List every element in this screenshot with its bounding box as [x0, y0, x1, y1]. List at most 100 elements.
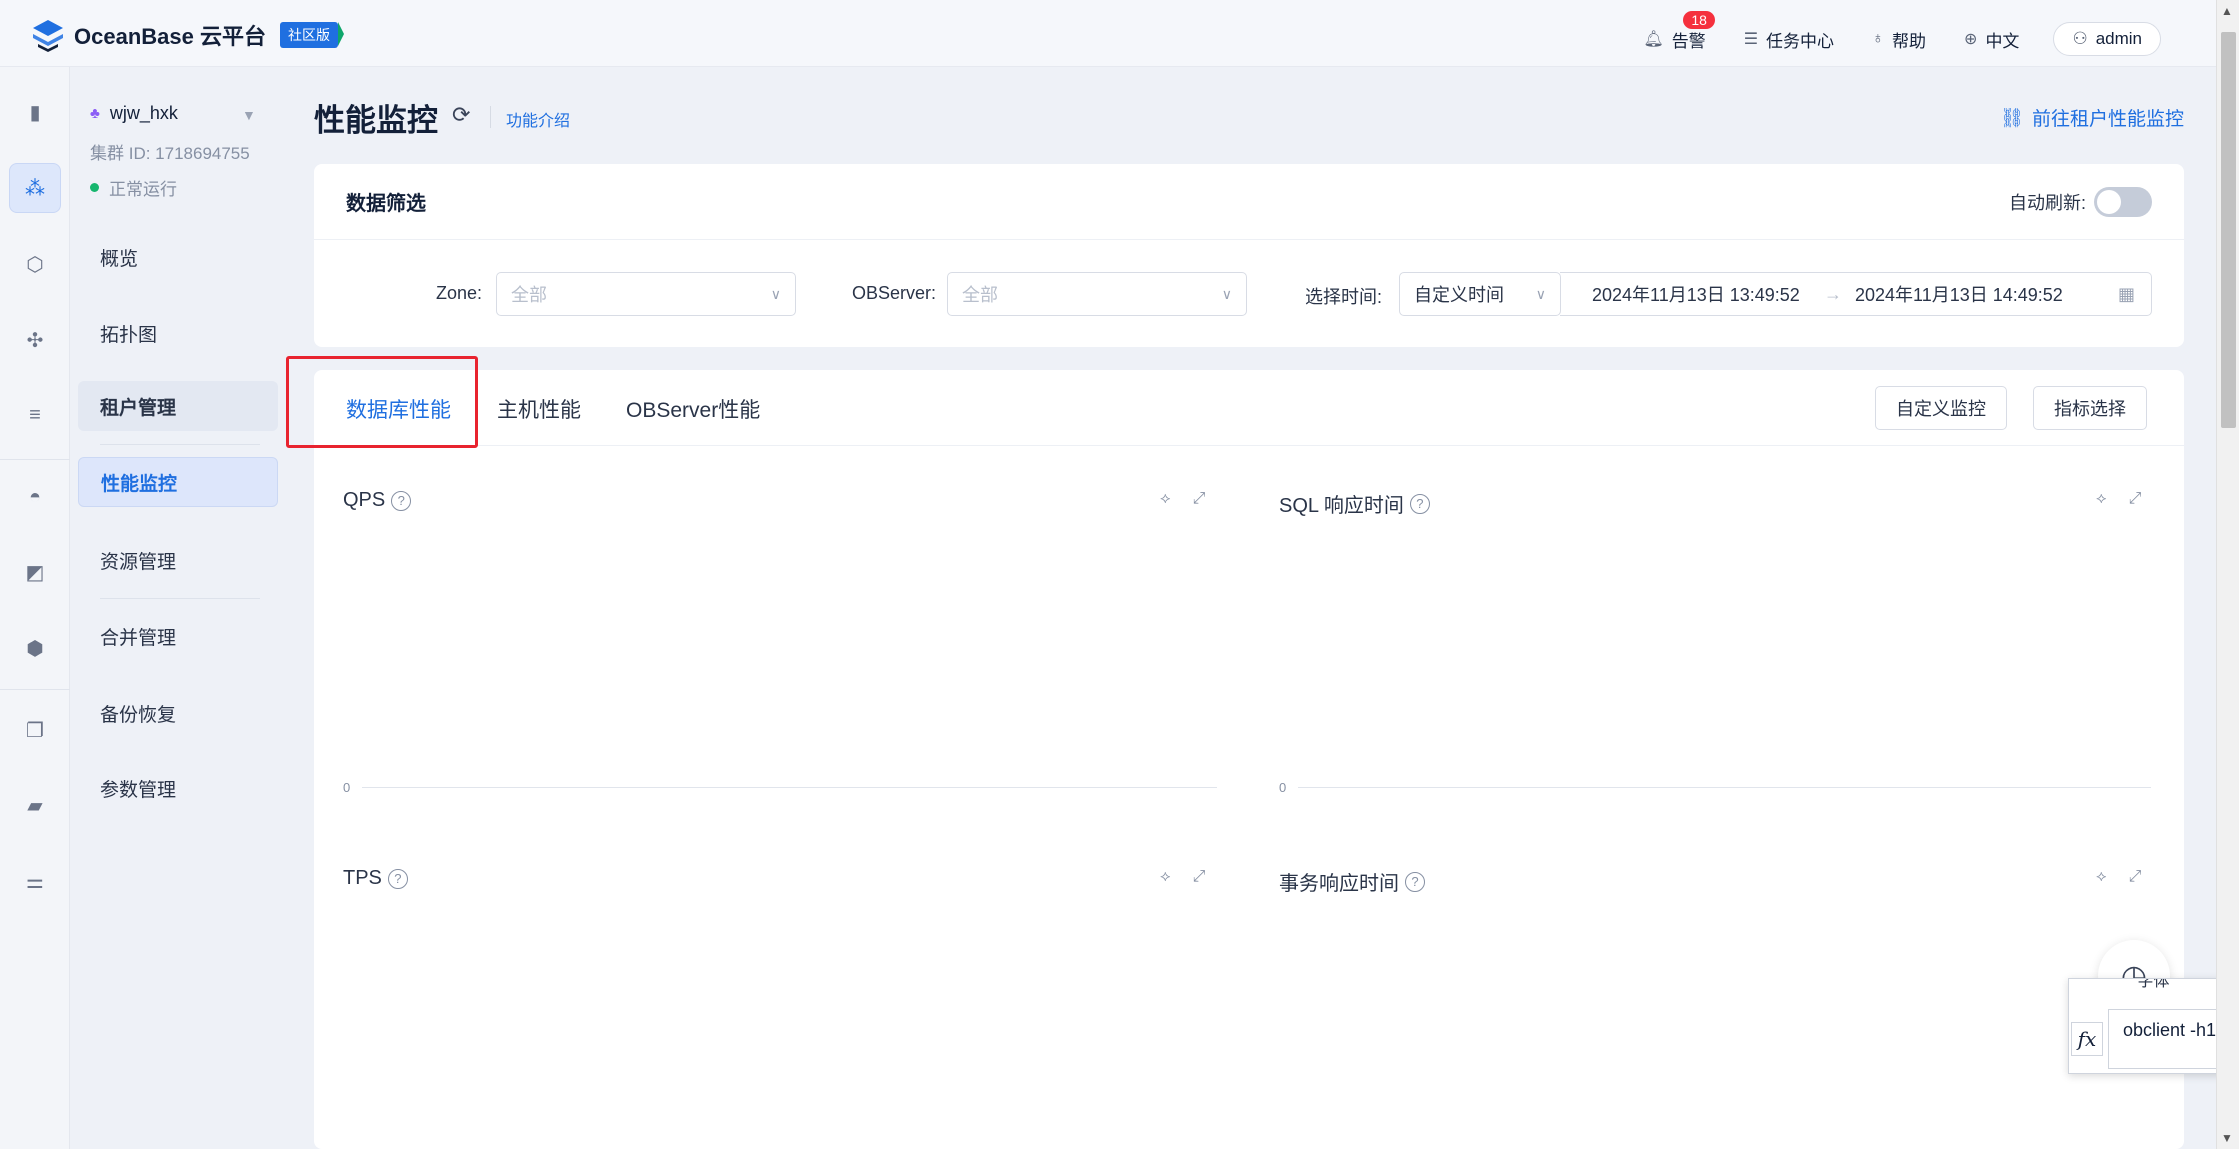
- expand-icon[interactable]: ⤢: [1193, 490, 1206, 508]
- task-center-label: 任务中心: [1766, 31, 1835, 51]
- oceanbase-logo-icon: [33, 20, 63, 52]
- scrollbar-thumb[interactable]: [2221, 32, 2236, 428]
- formula-bar-popup: 字体 fx obclient -h172: [2068, 978, 2239, 1074]
- tab-highlight-box: [286, 356, 478, 448]
- tenant-performance-link[interactable]: ⛓ 前往租户性能监控: [2000, 104, 2184, 131]
- question-icon[interactable]: ?: [387, 868, 408, 889]
- chart-title-label: TPS: [343, 867, 382, 889]
- nav-item-parameter-management[interactable]: 参数管理: [78, 763, 278, 813]
- vertical-scrollbar[interactable]: ▲ ▼: [2216, 0, 2239, 1149]
- compare-icon[interactable]: ⟡: [1160, 490, 1171, 508]
- nav-label: 拓扑图: [100, 324, 158, 346]
- scroll-up-icon[interactable]: ▲: [2221, 4, 2233, 18]
- zone-select[interactable]: 全部 ∨: [496, 272, 796, 316]
- list-icon[interactable]: ≡: [9, 390, 61, 440]
- nav-item-topology[interactable]: 拓扑图: [78, 308, 278, 358]
- language-button[interactable]: ⊕ 中文: [1964, 27, 2019, 52]
- cluster-status: 正常运行: [90, 175, 177, 200]
- lightbulb-icon: ♁: [1872, 30, 1885, 47]
- scroll-down-icon[interactable]: ▼: [2221, 1131, 2233, 1145]
- expand-icon[interactable]: ⤢: [2129, 490, 2142, 508]
- observer-label: OBServer:: [852, 283, 937, 303]
- chart-title-transaction-response-time: 事务响应时间 ?: [1279, 867, 1425, 896]
- cluster-status-label: 正常运行: [109, 180, 177, 199]
- expand-icon[interactable]: ⤢: [1193, 868, 1206, 886]
- nav-label: 概览: [100, 248, 139, 270]
- cluster-name-label: wjw_hxk: [109, 103, 178, 123]
- brand-logo[interactable]: OceanBase 云平台 社区版: [30, 18, 344, 52]
- question-icon[interactable]: ?: [391, 490, 412, 511]
- topology-icon[interactable]: ✣: [9, 315, 61, 365]
- help-button[interactable]: ♁ 帮助: [1872, 27, 1926, 52]
- cluster-subnav: ♣ wjw_hxk ▼ 集群 ID: 1718694755 正常运行 概览 拓扑…: [70, 67, 312, 1149]
- security-icon[interactable]: ⬢: [9, 623, 61, 673]
- nav-item-performance-monitor[interactable]: 性能监控: [78, 457, 278, 507]
- chart-title-qps: QPS ?: [343, 489, 412, 512]
- backup-icon[interactable]: ❐: [9, 705, 61, 755]
- time-mode-select[interactable]: 自定义时间 ∨: [1399, 272, 1561, 316]
- nav-label: 参数管理: [100, 779, 177, 801]
- alerts-button[interactable]: 🔔︎ 告警 18: [1643, 10, 1715, 52]
- status-dot-icon: [90, 183, 99, 192]
- alarm-icon[interactable]: ◓: [9, 472, 61, 522]
- arrow-right-icon: →: [1824, 283, 1842, 304]
- expand-icon[interactable]: ⤢: [2129, 868, 2142, 886]
- question-icon[interactable]: ?: [1405, 871, 1425, 892]
- date-range-picker[interactable]: 2024年11月13日 13:49:52 → 2024年11月13日 14:49…: [1560, 272, 2152, 316]
- tab-host-performance[interactable]: 主机性能: [497, 394, 581, 424]
- filter-header: 数据筛选 自动刷新:: [314, 164, 2184, 240]
- time-label: 选择时间:: [1305, 287, 1383, 307]
- tenant-hexagon-icon[interactable]: ⬡: [9, 239, 61, 289]
- top-actions: 🔔︎ 告警 18 ☰ 任务中心 ♁ 帮助 ⊕ 中文 ⚇ admin: [1605, 10, 2161, 56]
- compare-icon[interactable]: ⟡: [2096, 868, 2107, 886]
- feature-intro-link[interactable]: 功能介绍: [506, 107, 570, 131]
- alerts-count-badge: 18: [1683, 10, 1715, 29]
- top-header: OceanBase 云平台 社区版 🔔︎ 告警 18 ☰ 任务中心 ♁ 帮助 ⊕…: [0, 0, 2216, 67]
- task-list-icon: ☰: [1743, 31, 1759, 48]
- end-time-input[interactable]: 2024年11月13日 14:49:52: [1851, 281, 2106, 307]
- chart-title-sql-response-time: SQL 响应时间 ?: [1279, 489, 1430, 518]
- compare-icon[interactable]: ⟡: [2096, 490, 2107, 508]
- cluster-icon[interactable]: ⁂: [9, 163, 61, 213]
- cluster-selector[interactable]: ♣ wjw_hxk: [90, 103, 178, 124]
- metric-select-button[interactable]: 指标选择: [2033, 386, 2147, 430]
- icon-rail: ▮ ⁂ ⬡ ✣ ≡ ◓ ◩ ⬢ ❐ ▰ ⚌: [0, 67, 70, 1149]
- user-menu-button[interactable]: ⚇ admin: [2053, 22, 2161, 56]
- custom-monitor-button[interactable]: 自定义监控: [1875, 386, 2007, 430]
- nav-item-overview[interactable]: 概览: [78, 232, 278, 282]
- rail-divider: [0, 689, 70, 690]
- monitor-icon[interactable]: ◩: [9, 547, 61, 597]
- chevron-down-icon: ∨: [1221, 285, 1232, 302]
- compare-icon[interactable]: ⟡: [1160, 868, 1171, 886]
- calendar-icon[interactable]: ▦: [2118, 284, 2135, 305]
- start-time-input[interactable]: 2024年11月13日 13:49:52: [1560, 281, 1815, 307]
- settings-sliders-icon[interactable]: ⚌: [9, 856, 61, 906]
- link-icon: ⛓: [1999, 107, 2024, 129]
- observer-select[interactable]: 全部 ∨: [947, 272, 1247, 316]
- nav-item-merge-management[interactable]: 合并管理: [78, 611, 278, 661]
- nav-item-tenant-management[interactable]: 租户管理: [78, 381, 278, 431]
- nav-label: 合并管理: [100, 627, 177, 649]
- cluster-id: 集群 ID: 1718694755: [90, 144, 250, 163]
- refresh-icon[interactable]: ⟳: [452, 102, 470, 128]
- overview-chart-icon[interactable]: ▮: [9, 87, 61, 137]
- function-fx-icon[interactable]: fx: [2071, 1022, 2103, 1056]
- auto-refresh-toggle[interactable]: [2094, 186, 2152, 217]
- package-icon[interactable]: ▰: [9, 780, 61, 830]
- globe-icon: ⊕: [1964, 31, 1978, 48]
- formula-row: fx obclient -h172: [2069, 1009, 2238, 1069]
- y-axis-zero-label: 0: [343, 780, 351, 795]
- popup-header: 字体: [2137, 979, 2170, 990]
- bell-icon: 🔔︎: [1643, 31, 1664, 48]
- filter-title: 数据筛选: [346, 193, 426, 215]
- alerts-label: 告警: [1671, 31, 1706, 51]
- caret-down-icon[interactable]: ▼: [242, 107, 256, 123]
- rail-divider: [0, 459, 70, 460]
- nav-item-resource-management[interactable]: 资源管理: [78, 535, 278, 585]
- nav-item-backup-restore[interactable]: 备份恢复: [78, 688, 278, 738]
- chart-tools: ⟡ ⤢: [1160, 868, 1205, 886]
- question-icon[interactable]: ?: [1409, 493, 1430, 514]
- task-center-button[interactable]: ☰ 任务中心: [1744, 27, 1834, 52]
- observer-placeholder: 全部: [962, 285, 998, 305]
- tab-observer-performance[interactable]: OBServer性能: [626, 394, 760, 424]
